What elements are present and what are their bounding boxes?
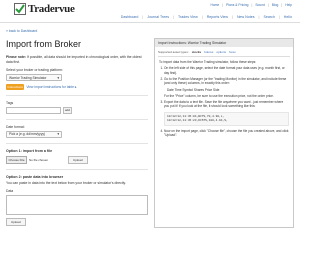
- date-format-value: Pick a (e.g. dd/mm/yyyy): [9, 132, 46, 137]
- date-format-label: Date format:: [6, 124, 25, 129]
- data-label: Data: [6, 189, 14, 194]
- panel-body: To import data from the Warrior Trading …: [155, 57, 293, 142]
- step-item: Now on the import page, click "Choose fi…: [164, 129, 289, 138]
- step-text: Export the data to a text file. Save the…: [164, 99, 284, 109]
- nav-journal[interactable]: Journal Trees: [147, 15, 169, 19]
- upload-data-button[interactable]: Upload: [6, 218, 26, 227]
- broker-label: Select your broker or trading platform:: [6, 68, 63, 73]
- instructions-panel: Import Instructions: Warrior Trading Sim…: [154, 38, 294, 228]
- instructions-link[interactable]: View import instructions for table ▸: [26, 85, 76, 89]
- asset-tabs-caption: Supported asset types:: [158, 50, 189, 54]
- top-link-help[interactable]: Help: [285, 3, 292, 7]
- note-bold: Please note:: [6, 55, 26, 59]
- divider: [6, 118, 148, 120]
- column-list: Date Time Symbol Shares Price Side: [167, 87, 220, 92]
- step-item: On the left side of this page, select th…: [164, 66, 289, 75]
- top-link-blog[interactable]: Blog: [272, 3, 279, 7]
- option2-heading: Option 2: paste data into browser: [6, 174, 64, 179]
- price-note: For the "Price" column, be sure to use t…: [164, 93, 274, 98]
- asset-type-tabs: Supported asset types: stocks futures op…: [158, 50, 290, 57]
- nav-dashboard[interactable]: Dashboard: [121, 15, 139, 19]
- option1-heading: Option 1: import from a file: [6, 148, 53, 153]
- broker-select[interactable]: Warrior Trading Simulator ▾: [6, 74, 62, 82]
- sample-code: 10/12/12,11:45:04,BCTS,70,4.90,L, 10/12/…: [164, 111, 289, 126]
- nav-divider: [0, 22, 300, 23]
- import-note: Please note: If possible, all data shoul…: [6, 55, 148, 64]
- option2-help: You can paste in data into the text belo…: [6, 180, 126, 185]
- choose-file-button[interactable]: Choose File: [6, 155, 28, 164]
- step-item: Export the data to a text file. Save the…: [164, 100, 289, 126]
- step-item: Go to the Position Manager (or the "trad…: [164, 77, 289, 99]
- back-link[interactable]: « back to Dashboard: [6, 29, 37, 33]
- instructions-badge: Instructions: [6, 84, 25, 90]
- nav-reports[interactable]: Reports View: [207, 15, 228, 19]
- tags-row: add: [6, 106, 148, 114]
- divider: [6, 94, 148, 96]
- note-text: If possible, all data should be imported…: [6, 55, 142, 64]
- nav-search[interactable]: Search: [263, 15, 274, 19]
- top-links: Home | Plans & Pricing | Sound | Blog | Help: [210, 3, 292, 7]
- file-row: Choose File No file chosen Upload: [6, 155, 148, 164]
- tags-input[interactable]: [6, 106, 61, 114]
- tab-futures[interactable]: futures: [204, 50, 213, 54]
- date-format-select[interactable]: Pick a (e.g. dd/mm/yyyy) ▾: [6, 130, 62, 138]
- header: Tradervue Home | Plans & Pricing | Sound | …: [0, 0, 300, 24]
- top-link-plans[interactable]: Plans & Pricing: [226, 3, 248, 7]
- chevron-down-icon: ▾: [57, 75, 59, 80]
- divider: [6, 168, 148, 170]
- main-nav: Dashboard | Journal Trees | Trades View | R…: [120, 15, 292, 19]
- brand-logo[interactable]: Tradervue: [14, 3, 75, 15]
- divider: [6, 142, 148, 144]
- nav-hello[interactable]: Hello: [284, 15, 292, 19]
- page-title: Import from Broker: [6, 39, 82, 49]
- top-link-home[interactable]: Home: [210, 3, 219, 7]
- nav-notes[interactable]: New Notes: [237, 15, 255, 19]
- instruction-steps: On the left side of this page, select th…: [159, 66, 289, 137]
- chevron-down-icon: ▾: [57, 132, 59, 137]
- logo-check-icon: [14, 3, 26, 15]
- top-link-sound[interactable]: Sound: [255, 3, 265, 7]
- broker-select-value: Warrior Trading Simulator: [9, 75, 47, 80]
- upload-file-button[interactable]: Upload: [68, 155, 88, 164]
- brand-name: Tradervue: [28, 3, 75, 15]
- panel-intro: To import data from the Warrior Trading …: [159, 60, 257, 64]
- code-line: 10/12/12,11:45:23,DCSTS,100,4.94,S,: [167, 118, 228, 122]
- instructions-row: Instructions View import instructions fo…: [6, 84, 148, 90]
- tags-label: Tags: [6, 100, 14, 105]
- data-textarea[interactable]: [6, 195, 148, 216]
- tab-forex[interactable]: forex: [229, 50, 236, 54]
- add-tag-button[interactable]: add: [63, 106, 72, 114]
- import-form: Please note: If possible, all data shoul…: [6, 55, 148, 227]
- panel-title: Import Instructions: Warrior Trading Sim…: [155, 39, 293, 47]
- no-file-text: No file chosen: [29, 157, 49, 162]
- nav-trades[interactable]: Trades View: [178, 15, 198, 19]
- tab-options[interactable]: options: [216, 50, 226, 54]
- tab-stocks[interactable]: stocks: [192, 50, 202, 54]
- step-text: Go to the Position Manager (or the "trad…: [164, 76, 287, 86]
